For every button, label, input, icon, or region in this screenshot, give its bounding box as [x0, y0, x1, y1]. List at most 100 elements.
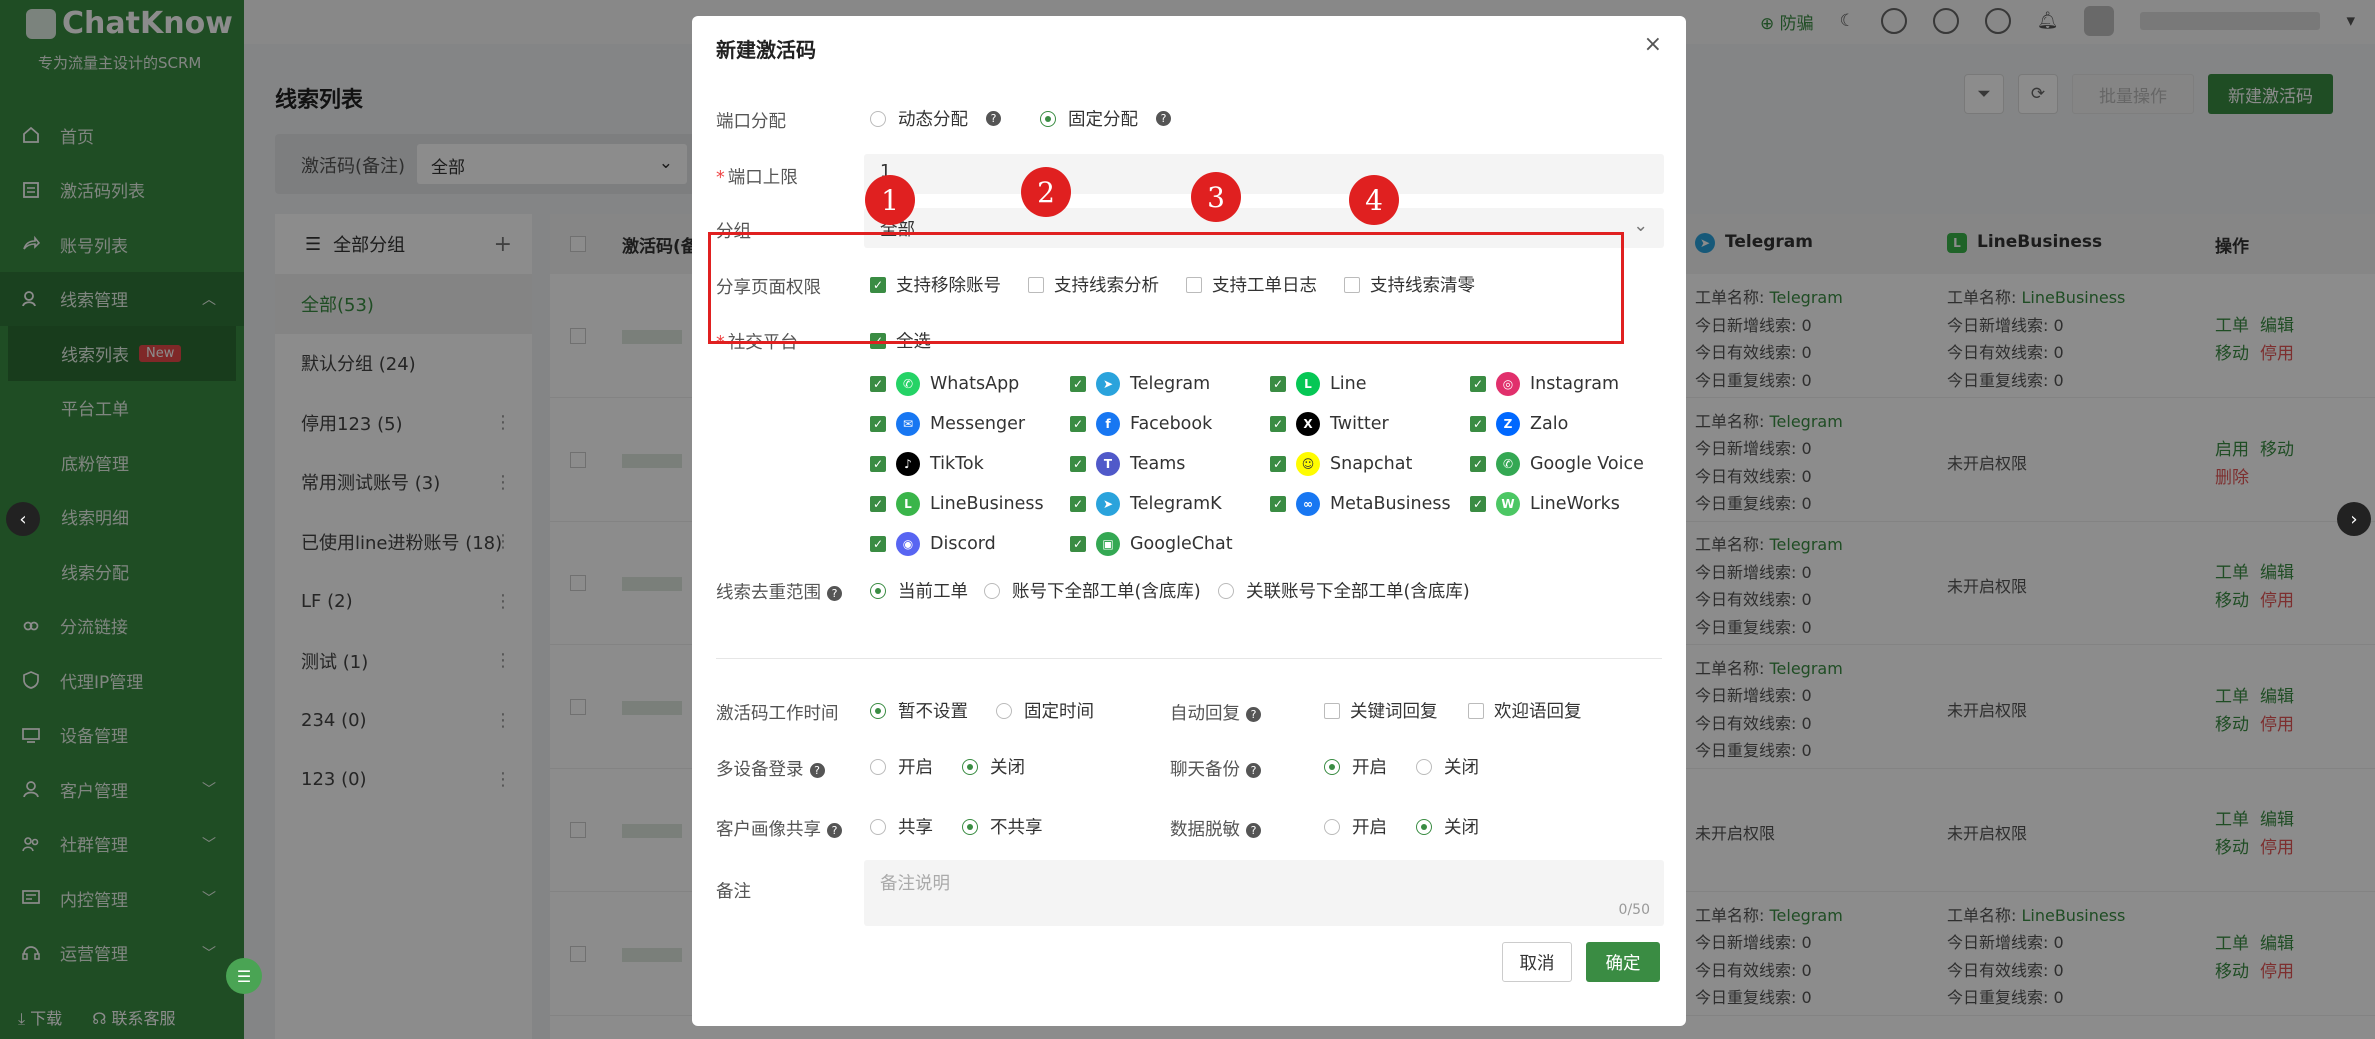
whatsapp-icon: ✆ [896, 372, 920, 396]
backup-on[interactable]: 开启 [1324, 754, 1387, 779]
remark-textarea[interactable]: 备注说明 0/50 [864, 860, 1664, 926]
platform-instagram[interactable]: ✓ ◎ Instagram [1470, 372, 1619, 396]
help-icon: ? [827, 585, 842, 601]
port-limit-label: * 端口上限 [716, 168, 798, 188]
checkbox: ✓ [1070, 376, 1086, 392]
multidev-label: 多设备登录? [716, 756, 825, 781]
radio-fixed[interactable]: 固定分配? [1040, 106, 1171, 131]
backup-label: 聊天备份? [1170, 756, 1261, 781]
radio-circle [870, 582, 886, 599]
platform-zalo[interactable]: ✓ Z Zalo [1470, 412, 1568, 436]
worktime-fixed[interactable]: 固定时间 [996, 698, 1094, 723]
checkbox: ✓ [1270, 496, 1286, 512]
checkbox: ✓ [1270, 376, 1286, 392]
checkbox: ✓ [1470, 456, 1486, 472]
portrait-label: 客户画像共享? [716, 816, 842, 841]
telegram-icon: ➤ [1096, 372, 1120, 396]
radio-circle [1218, 582, 1234, 599]
port-alloc-label: 端口分配 [716, 112, 786, 132]
radio-circle [1416, 758, 1432, 775]
tiktok-icon: ♪ [896, 452, 920, 476]
platform-line[interactable]: ✓ L Line [1270, 372, 1366, 396]
platform-teams[interactable]: ✓ T Teams [1070, 452, 1185, 476]
sidebar-collapse-icon[interactable]: ☰ [226, 958, 262, 994]
multidev-on[interactable]: 开启 [870, 754, 933, 779]
platform-twitter[interactable]: ✓ X Twitter [1270, 412, 1389, 436]
platform-metabusiness[interactable]: ✓ ∞ MetaBusiness [1270, 492, 1451, 516]
help-icon: ? [827, 822, 842, 838]
help-icon: ? [1246, 706, 1261, 722]
checkbox: ✓ [1070, 536, 1086, 552]
platform-googlechat[interactable]: ✓ ▣ GoogleChat [1070, 532, 1233, 556]
dedupe-linked[interactable]: 关联账号下全部工单(含底库) [1218, 578, 1470, 603]
multidev-off[interactable]: 关闭 [962, 754, 1025, 779]
radio-dynamic[interactable]: 动态分配? [870, 106, 1001, 131]
platform-whatsapp[interactable]: ✓ ✆ WhatsApp [870, 372, 1019, 396]
checkbox: ✓ [1270, 456, 1286, 472]
desens-on[interactable]: 开启 [1324, 814, 1387, 839]
lineworks-icon: W [1496, 492, 1520, 516]
platform-facebook[interactable]: ✓ f Facebook [1070, 412, 1212, 436]
next-arrow-icon[interactable]: › [2337, 502, 2371, 536]
platform-snapchat[interactable]: ✓ ☺ Snapchat [1270, 452, 1412, 476]
line-icon: L [1296, 372, 1320, 396]
remark-label: 备注 [716, 882, 751, 902]
new-code-dialog: 新建激活码 × 端口分配 动态分配? 固定分配? * 端口上限 1 分组 全部 ⌄ … [692, 16, 1686, 1026]
port-limit-input[interactable]: 1 [864, 154, 1664, 194]
cancel-button[interactable]: 取消 [1502, 942, 1572, 982]
platform-tiktok[interactable]: ✓ ♪ TikTok [870, 452, 984, 476]
checkbox: ✓ [870, 376, 886, 392]
checkbox: ✓ [1470, 376, 1486, 392]
help-icon: ? [986, 111, 1001, 126]
platform-telegram[interactable]: ✓ ➤ Telegram [1070, 372, 1210, 396]
portrait-share[interactable]: 共享 [870, 814, 933, 839]
snapchat-icon: ☺ [1296, 452, 1320, 476]
radio-circle [870, 702, 886, 719]
divider [716, 658, 1662, 659]
autoreply-keyword[interactable]: 关键词回复 [1324, 698, 1438, 723]
portrait-noshare[interactable]: 不共享 [962, 814, 1043, 839]
platform-linebusiness[interactable]: ✓ L LineBusiness [870, 492, 1044, 516]
checkbox [1468, 702, 1484, 719]
help-icon: ? [1246, 822, 1261, 838]
telegramk-icon: ➤ [1096, 492, 1120, 516]
checkbox: ✓ [870, 416, 886, 432]
twitter-icon: X [1296, 412, 1320, 436]
checkbox: ✓ [870, 536, 886, 552]
prev-arrow-icon[interactable]: ‹ [6, 502, 40, 536]
help-icon: ? [809, 762, 825, 778]
char-count: 0/50 [1618, 902, 1650, 918]
platform-google-voice[interactable]: ✓ ✆ Google Voice [1470, 452, 1644, 476]
checkbox [1324, 702, 1340, 719]
autoreply-welcome[interactable]: 欢迎语回复 [1468, 698, 1582, 723]
confirm-button[interactable]: 确定 [1586, 942, 1660, 982]
checkbox: ✓ [1070, 416, 1086, 432]
annotation-4: 4 [1349, 175, 1399, 225]
checkbox: ✓ [870, 456, 886, 472]
platform-lineworks[interactable]: ✓ W LineWorks [1470, 492, 1620, 516]
worktime-label: 激活码工作时间 [716, 704, 839, 724]
platform-telegramk[interactable]: ✓ ➤ TelegramK [1070, 492, 1222, 516]
help-icon: ? [1156, 111, 1171, 126]
radio-circle [1416, 818, 1432, 835]
platform-messenger[interactable]: ✓ ✉ Messenger [870, 412, 1025, 436]
dialog-title: 新建激活码 [716, 38, 816, 62]
platform-discord[interactable]: ✓ ◉ Discord [870, 532, 996, 556]
checkbox: ✓ [1070, 496, 1086, 512]
backup-off[interactable]: 关闭 [1416, 754, 1479, 779]
radio-circle [962, 818, 978, 835]
metabusiness-icon: ∞ [1296, 492, 1320, 516]
checkbox: ✓ [1270, 416, 1286, 432]
close-icon[interactable]: × [1644, 32, 1662, 57]
dedupe-current[interactable]: 当前工单 [870, 578, 968, 603]
annotation-highlight-box [708, 232, 1624, 344]
radio-circle [962, 758, 978, 775]
desens-off[interactable]: 关闭 [1416, 814, 1479, 839]
instagram-icon: ◎ [1496, 372, 1520, 396]
checkbox: ✓ [1470, 416, 1486, 432]
teams-icon: T [1096, 452, 1120, 476]
chevron-down-icon: ⌄ [1633, 216, 1648, 236]
radio-circle [870, 110, 886, 127]
worktime-none[interactable]: 暂不设置 [870, 698, 968, 723]
dedupe-account[interactable]: 账号下全部工单(含底库) [984, 578, 1201, 603]
